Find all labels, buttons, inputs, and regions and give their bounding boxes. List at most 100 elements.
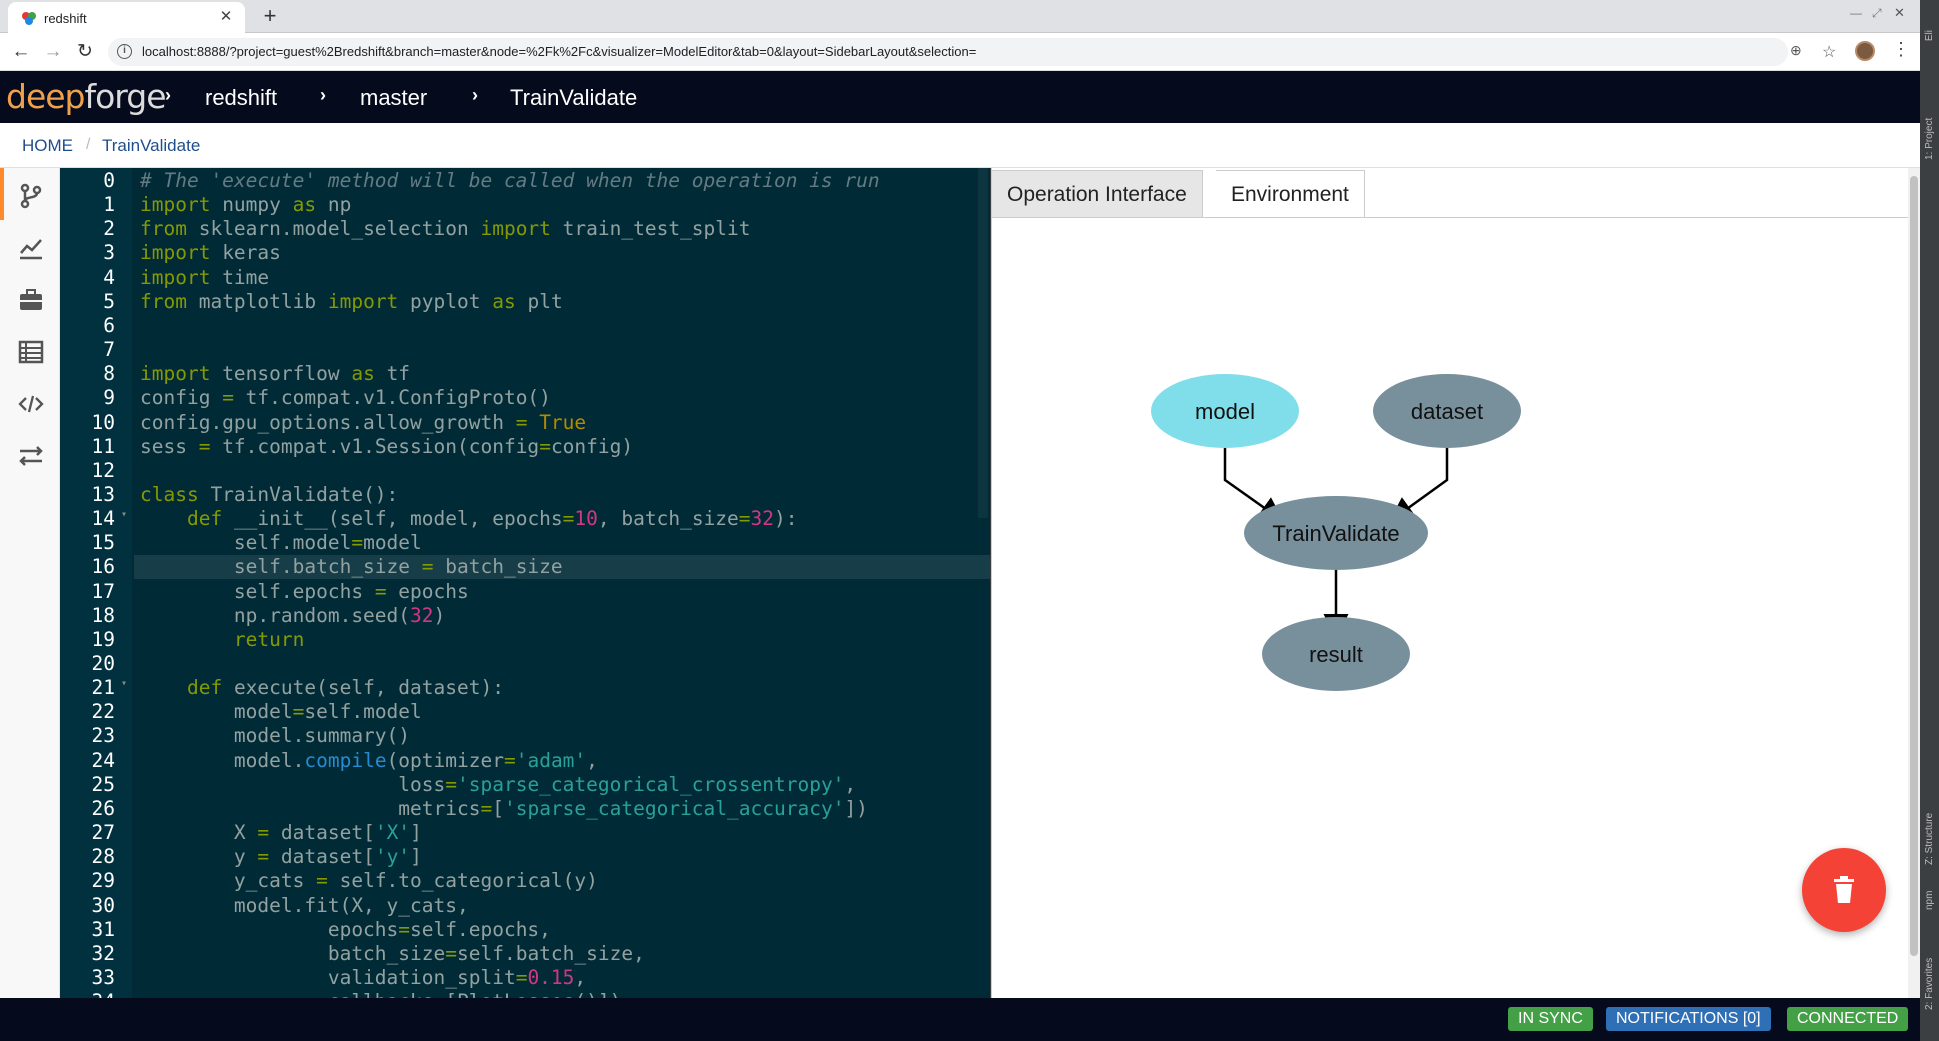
- tab-environment[interactable]: Environment: [1216, 170, 1365, 217]
- code-line[interactable]: 13 class TrainValidate():: [60, 483, 990, 507]
- app-header: deepforge › redshift › master › TrainVal…: [0, 71, 1920, 123]
- code-line[interactable]: 8 import tensorflow as tf: [60, 362, 990, 386]
- code-line[interactable]: 6: [60, 314, 990, 338]
- tab-operation-interface[interactable]: Operation Interface: [992, 170, 1203, 217]
- fold-arrow-icon[interactable]: ▾: [121, 509, 127, 520]
- code-token: # The 'execute' method will be called wh…: [140, 169, 880, 192]
- code-token: =: [351, 531, 364, 555]
- header-crumb-branch[interactable]: master: [360, 85, 427, 111]
- minimize-icon[interactable]: —: [1850, 6, 1862, 20]
- code-token: from: [140, 289, 187, 313]
- star-icon[interactable]: ☆: [1822, 42, 1836, 62]
- table-icon[interactable]: [17, 338, 45, 366]
- exchange-icon[interactable]: [17, 442, 45, 470]
- code-editor[interactable]: 0 # The 'execute' method will be called w…: [60, 168, 990, 998]
- code-line[interactable]: 26 metrics=['sparse_categorical_accuracy…: [60, 797, 990, 821]
- window-close-icon[interactable]: ✕: [1894, 5, 1905, 21]
- code-line[interactable]: 24 model.compile(optimizer='adam',: [60, 749, 990, 773]
- code-text: epochs=self.epochs,: [140, 918, 551, 941]
- avatar[interactable]: [1855, 41, 1875, 61]
- ide-favorites-tab[interactable]: 2: Favorites: [1924, 935, 1935, 1010]
- zoom-icon[interactable]: ⊕: [1790, 42, 1802, 59]
- branch-icon[interactable]: [17, 182, 45, 210]
- code-token: =: [562, 507, 575, 531]
- browser-toolbar: ← → ↻ i localhost:8888/?project=guest%2B…: [0, 33, 1920, 71]
- code-line[interactable]: 30 model.fit(X, y_cats,: [60, 894, 990, 918]
- line-number: 21: [91, 676, 115, 700]
- code-line[interactable]: 32 batch_size=self.batch_size,: [60, 942, 990, 966]
- code-line[interactable]: 16 self.batch_size = batch_size: [60, 555, 990, 579]
- code-line[interactable]: 3 import keras: [60, 241, 990, 265]
- code-line[interactable]: 2 from sklearn.model_selection import tra…: [60, 217, 990, 241]
- code-line[interactable]: 18 np.random.seed(32): [60, 604, 990, 628]
- maximize-icon[interactable]: ⤢: [1872, 6, 1882, 21]
- node-model[interactable]: model: [1151, 374, 1299, 448]
- briefcase-icon[interactable]: [17, 286, 45, 314]
- code-token: time: [210, 265, 270, 289]
- code-line[interactable]: 15 self.model=model: [60, 531, 990, 555]
- line-number: 1: [103, 193, 115, 217]
- code-line[interactable]: 7: [60, 338, 990, 362]
- code-token: 'sparse_categorical_accuracy': [503, 796, 845, 820]
- code-line[interactable]: 33 validation_split=0.15,: [60, 966, 990, 990]
- breadcrumb-separator: /: [86, 136, 91, 153]
- code-line[interactable]: 29 y_cats = self.to_categorical(y): [60, 869, 990, 893]
- back-icon[interactable]: ←: [9, 40, 33, 64]
- breadcrumb-current[interactable]: TrainValidate: [102, 136, 200, 156]
- operation-panel: Operation Interface Environment model da…: [991, 168, 1909, 998]
- header-crumb-project[interactable]: redshift: [205, 85, 277, 111]
- new-tab-icon[interactable]: +: [258, 3, 282, 29]
- code-line[interactable]: 5 from matplotlib import pyplot as plt: [60, 290, 990, 314]
- code-line[interactable]: 21 ▾ def execute(self, dataset):: [60, 676, 990, 700]
- editor-scrollbar[interactable]: [978, 168, 988, 518]
- fold-arrow-icon[interactable]: ▾: [121, 678, 127, 689]
- header-crumb-node[interactable]: TrainValidate: [510, 85, 637, 111]
- code-line[interactable]: 10 config.gpu_options.allow_growth = True: [60, 411, 990, 435]
- deepforge-logo[interactable]: deepforge: [6, 77, 167, 116]
- address-bar[interactable]: i localhost:8888/?project=guest%2Bredshi…: [108, 38, 1836, 66]
- code-line[interactable]: 12: [60, 459, 990, 483]
- code-line[interactable]: 14 ▾ def __init__(self, model, epochs=10,…: [60, 507, 990, 531]
- code-line[interactable]: 11 sess = tf.compat.v1.Session(config=con…: [60, 435, 990, 459]
- code-line[interactable]: 28 y = dataset['y']: [60, 845, 990, 869]
- breadcrumb-home[interactable]: HOME: [22, 136, 73, 156]
- ide-project-tab[interactable]: 1: Project: [1924, 90, 1935, 160]
- node-result[interactable]: result: [1262, 617, 1410, 691]
- chart-line-icon[interactable]: [17, 234, 45, 262]
- browser-tab[interactable]: redshift ✕: [8, 2, 245, 33]
- sync-status-badge[interactable]: IN SYNC: [1508, 1007, 1593, 1031]
- node-dataset[interactable]: dataset: [1373, 374, 1521, 448]
- code-line[interactable]: 17 self.epochs = epochs: [60, 580, 990, 604]
- ide-npm-tab[interactable]: npm: [1924, 880, 1935, 910]
- code-line[interactable]: 19 return: [60, 628, 990, 652]
- chevron-right-icon: ›: [165, 85, 171, 105]
- code-line[interactable]: 0 # The 'execute' method will be called w…: [60, 169, 990, 193]
- panel-scrollbar-thumb[interactable]: [1910, 176, 1918, 956]
- code-line[interactable]: 31 epochs=self.epochs,: [60, 918, 990, 942]
- code-line[interactable]: 22 model=self.model: [60, 700, 990, 724]
- close-tab-icon[interactable]: ✕: [217, 8, 235, 26]
- info-icon[interactable]: i: [117, 44, 132, 59]
- code-token: ): [433, 603, 446, 627]
- code-icon[interactable]: [17, 390, 45, 418]
- code-line[interactable]: 23 model.summary(): [60, 724, 990, 748]
- ide-structure-tab[interactable]: Z: Structure: [1924, 785, 1935, 865]
- code-line[interactable]: 27 X = dataset['X']: [60, 821, 990, 845]
- code-line[interactable]: 4 import time: [60, 266, 990, 290]
- code-text: self.batch_size = batch_size: [140, 555, 563, 578]
- code-line[interactable]: 25 loss='sparse_categorical_crossentropy…: [60, 773, 990, 797]
- code-line[interactable]: 20: [60, 652, 990, 676]
- code-line[interactable]: 9 config = tf.compat.v1.ConfigProto(): [60, 386, 990, 410]
- connection-status-badge[interactable]: CONNECTED: [1787, 1007, 1909, 1031]
- notifications-button[interactable]: NOTIFICATIONS [0]: [1606, 1007, 1771, 1031]
- code-token: y_cats: [140, 869, 317, 893]
- panel-scrollbar[interactable]: [1908, 168, 1920, 998]
- code-line[interactable]: 1 import numpy as np: [60, 193, 990, 217]
- node-model-label: model: [1195, 399, 1255, 424]
- node-trainvalidate[interactable]: TrainValidate: [1244, 496, 1428, 570]
- code-line[interactable]: 34 callbacks=[PlotLosses()]): [60, 990, 990, 998]
- delete-fab-button[interactable]: [1802, 848, 1886, 932]
- forward-icon[interactable]: →: [41, 40, 65, 64]
- browser-menu-icon[interactable]: ⋮: [1892, 39, 1910, 60]
- reload-icon[interactable]: ↻: [73, 40, 97, 64]
